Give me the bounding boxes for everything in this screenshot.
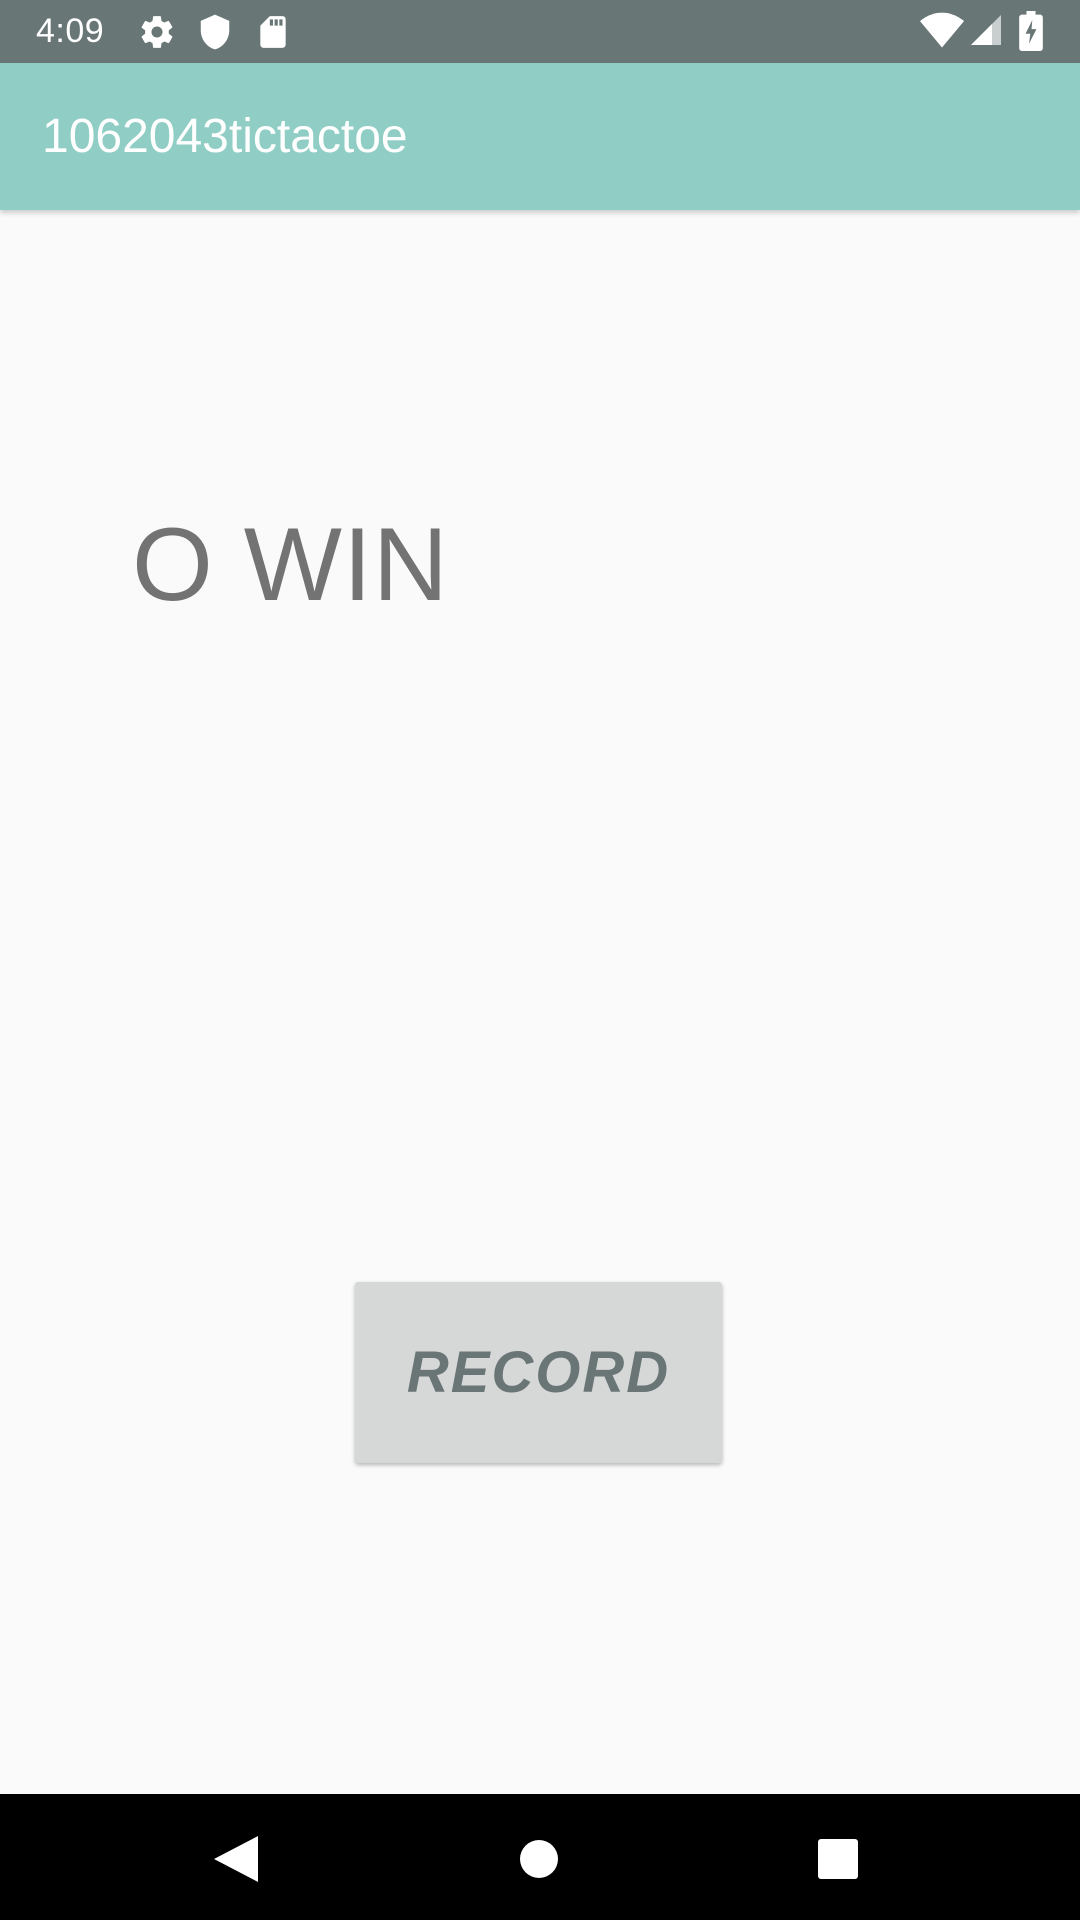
record-button[interactable]: RECORD: [355, 1282, 722, 1463]
wifi-icon: [920, 12, 964, 55]
status-bar: 4:09: [0, 0, 1080, 63]
sd-card-icon: [254, 13, 292, 56]
settings-gear-icon: [138, 13, 176, 56]
record-button-label: RECORD: [406, 1340, 671, 1405]
cell-signal-icon: [968, 12, 1004, 53]
app-bar: 1062043tictactoe: [0, 63, 1080, 210]
back-icon[interactable]: [214, 1836, 258, 1887]
shield-icon: [196, 13, 234, 56]
navigation-bar: [0, 1794, 1080, 1920]
home-icon[interactable]: [519, 1839, 559, 1884]
status-time: 4:09: [36, 12, 105, 50]
battery-charging-icon: [1018, 11, 1044, 56]
game-result-text: O WIN: [132, 507, 449, 623]
recents-icon[interactable]: [818, 1839, 858, 1884]
app-title: 1062043tictactoe: [42, 110, 408, 163]
